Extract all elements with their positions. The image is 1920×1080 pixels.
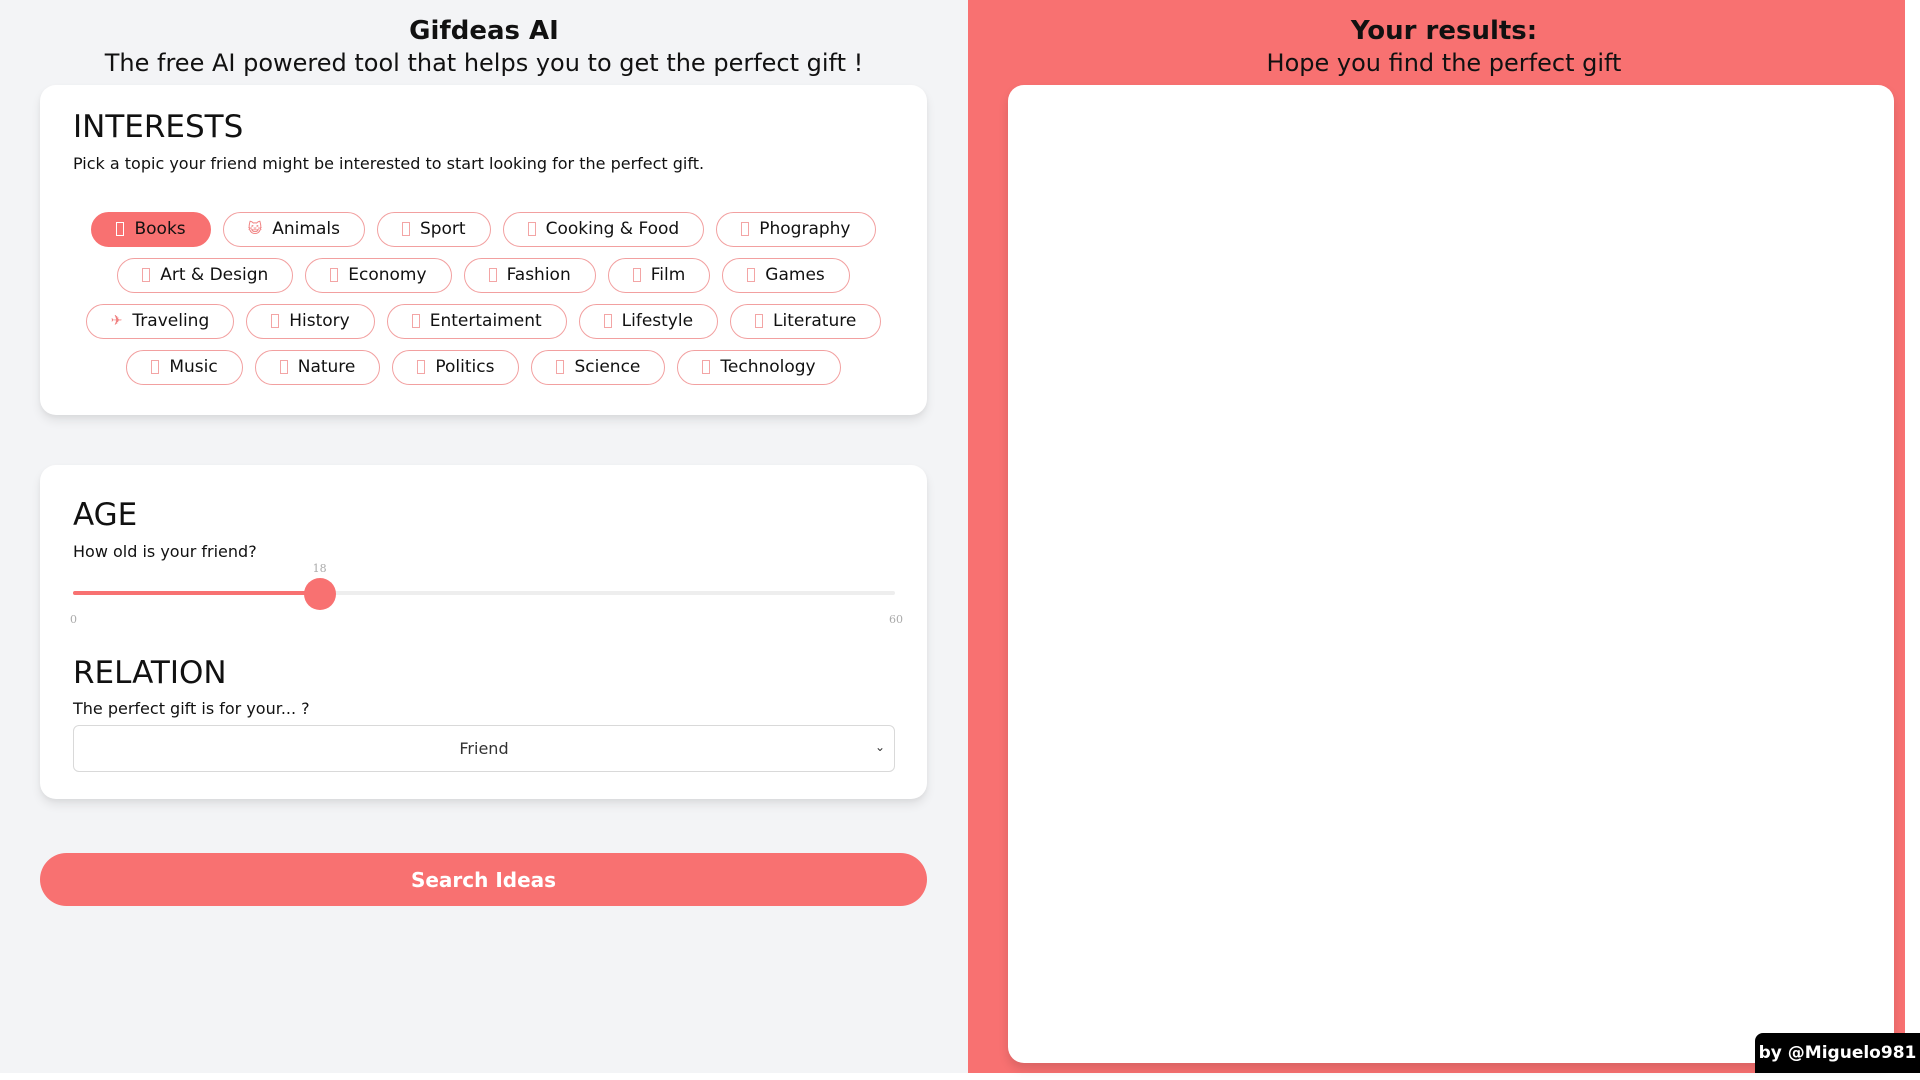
form-panel: Gifdeas AI The free AI powered tool that… bbox=[0, 0, 968, 1073]
age-relation-card: AGE How old is your friend? 18 0 60 RELA… bbox=[40, 465, 927, 799]
interest-chip-label: Music bbox=[169, 357, 218, 377]
interest-chip-label: Traveling bbox=[132, 311, 210, 331]
nature-icon bbox=[279, 360, 288, 374]
interest-chip-label: Nature bbox=[297, 357, 356, 377]
literature-icon bbox=[755, 314, 764, 328]
app-subtitle: The free AI powered tool that helps you … bbox=[104, 49, 864, 77]
interest-chip-label: Science bbox=[574, 357, 641, 377]
age-slider-fill bbox=[73, 591, 320, 595]
games-icon bbox=[747, 268, 756, 282]
camera-icon bbox=[741, 222, 750, 236]
interest-chip-label: Art & Design bbox=[160, 265, 269, 285]
chip-row: Art & Design Economy Fashion Film Games bbox=[40, 252, 927, 298]
interest-chip-economy[interactable]: Economy bbox=[305, 257, 452, 293]
interest-chip-politics[interactable]: Politics bbox=[392, 349, 520, 385]
relation-selected-value: Friend bbox=[459, 739, 509, 758]
interest-chip-label: Lifestyle bbox=[621, 311, 694, 331]
relation-description: The perfect gift is for your... ? bbox=[73, 699, 310, 718]
sport-icon bbox=[401, 222, 410, 236]
age-description: How old is your friend? bbox=[73, 542, 257, 561]
technology-icon bbox=[702, 360, 711, 374]
interests-description: Pick a topic your friend might be intere… bbox=[73, 154, 705, 173]
interest-chip-books[interactable]: Books bbox=[91, 211, 211, 247]
age-value-label: 18 bbox=[312, 562, 327, 575]
age-slider-thumb[interactable] bbox=[303, 578, 336, 610]
airplane-icon: ✈ bbox=[110, 313, 123, 329]
history-icon bbox=[271, 314, 280, 328]
relation-select[interactable]: Friend ⌄ bbox=[73, 725, 895, 772]
interest-chip-fashion[interactable]: Fashion bbox=[463, 257, 596, 293]
interest-chip-label: Cooking & Food bbox=[545, 219, 680, 239]
interest-chip-label: Literature bbox=[773, 311, 857, 331]
interest-chip-label: Politics bbox=[435, 357, 495, 377]
interest-chip-label: Sport bbox=[419, 219, 466, 239]
interest-chip-animals[interactable]: 😺 Animals bbox=[222, 211, 365, 247]
interest-chip-label: Phography bbox=[759, 219, 851, 239]
cooking-icon bbox=[527, 222, 536, 236]
interest-chip-literature[interactable]: Literature bbox=[730, 303, 882, 339]
interest-chip-label: Animals bbox=[272, 219, 340, 239]
economy-icon bbox=[330, 268, 339, 282]
chip-row: Music Nature Politics Science Technology bbox=[40, 344, 927, 390]
age-min-label: 0 bbox=[70, 613, 77, 626]
interest-chip-label: Fashion bbox=[506, 265, 571, 285]
chip-row: ✈ Traveling History Entertaiment Lifestyle Li… bbox=[40, 298, 927, 344]
book-icon bbox=[116, 222, 125, 236]
film-icon bbox=[632, 268, 641, 282]
search-ideas-button[interactable]: Search Ideas bbox=[40, 853, 927, 906]
interest-chip-label: Technology bbox=[720, 357, 816, 377]
politics-icon bbox=[417, 360, 426, 374]
app-title: Gifdeas AI bbox=[409, 16, 559, 46]
interest-chip-label: Economy bbox=[348, 265, 427, 285]
results-subtitle: Hope you find the perfect gift bbox=[1266, 49, 1622, 77]
interest-chip-cooking-food[interactable]: Cooking & Food bbox=[502, 211, 705, 247]
results-card bbox=[1008, 85, 1894, 1063]
interest-chip-film[interactable]: Film bbox=[607, 257, 711, 293]
interest-chip-label: Film bbox=[650, 265, 686, 285]
interest-chips: Books 😺 Animals Sport Cooking & Food Phograph… bbox=[40, 206, 927, 390]
interest-chip-technology[interactable]: Technology bbox=[677, 349, 841, 385]
interest-chip-entertaiment[interactable]: Entertaiment bbox=[386, 303, 567, 339]
relation-title: RELATION bbox=[73, 655, 227, 691]
lifestyle-icon bbox=[603, 314, 612, 328]
science-icon bbox=[556, 360, 565, 374]
interests-title: INTERESTS bbox=[73, 109, 244, 145]
age-max-label: 60 bbox=[889, 613, 903, 626]
interest-chip-history[interactable]: History bbox=[246, 303, 375, 339]
interest-chip-art-design[interactable]: Art & Design bbox=[117, 257, 294, 293]
credit-badge[interactable]: by @Miguelo981 bbox=[1755, 1033, 1920, 1073]
interest-chip-sport[interactable]: Sport bbox=[376, 211, 491, 247]
interest-chip-music[interactable]: Music bbox=[126, 349, 243, 385]
chip-row: Books 😺 Animals Sport Cooking & Food Phograph… bbox=[40, 206, 927, 252]
results-header: Your results: Hope you find the perfect … bbox=[968, 14, 1920, 78]
interest-chip-science[interactable]: Science bbox=[531, 349, 666, 385]
interest-chip-traveling[interactable]: ✈ Traveling bbox=[85, 303, 235, 339]
app-header: Gifdeas AI The free AI powered tool that… bbox=[0, 14, 968, 78]
age-slider[interactable]: 18 0 60 bbox=[70, 562, 903, 632]
interest-chip-label: Entertaiment bbox=[429, 311, 542, 331]
fashion-icon bbox=[488, 268, 497, 282]
entertainment-icon bbox=[411, 314, 420, 328]
interest-chip-phography[interactable]: Phography bbox=[716, 211, 876, 247]
interest-chip-label: Books bbox=[134, 219, 186, 239]
results-panel: Your results: Hope you find the perfect … bbox=[968, 0, 1920, 1073]
page-scrollbar[interactable] bbox=[1905, 0, 1920, 1080]
results-title: Your results: bbox=[1350, 16, 1538, 46]
music-icon bbox=[151, 360, 160, 374]
interest-chip-lifestyle[interactable]: Lifestyle bbox=[578, 303, 719, 339]
cat-face-icon: 😺 bbox=[247, 221, 263, 237]
interests-card: INTERESTS Pick a topic your friend might… bbox=[40, 85, 927, 415]
interest-chip-label: Games bbox=[765, 265, 825, 285]
interest-chip-label: History bbox=[289, 311, 350, 331]
interest-chip-games[interactable]: Games bbox=[722, 257, 850, 293]
chevron-down-icon: ⌄ bbox=[874, 740, 885, 754]
interest-chip-nature[interactable]: Nature bbox=[254, 349, 381, 385]
age-title: AGE bbox=[73, 497, 138, 533]
art-icon bbox=[142, 268, 151, 282]
